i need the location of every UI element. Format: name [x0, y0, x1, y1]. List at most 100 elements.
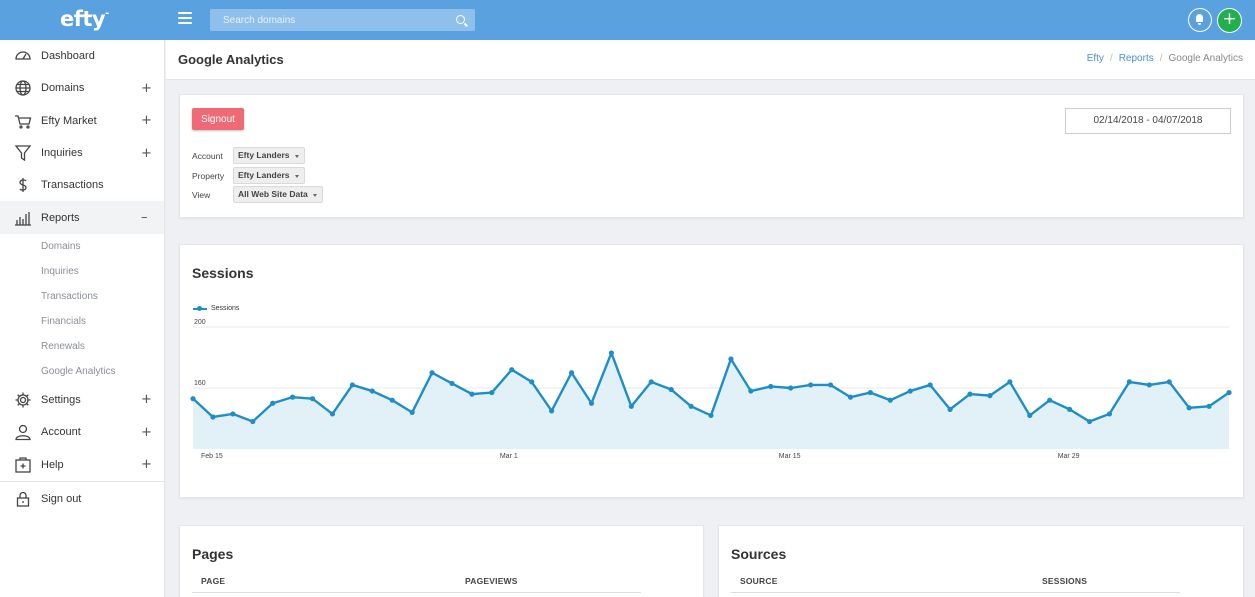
breadcrumb-efty[interactable]: Efty — [1087, 53, 1104, 64]
sidebar-subitem-renewals[interactable]: Renewals — [0, 334, 164, 359]
data-point[interactable] — [210, 414, 216, 420]
data-point[interactable] — [907, 388, 913, 394]
sidebar-subitem-domains[interactable]: Domains — [0, 234, 164, 259]
data-point[interactable] — [1047, 397, 1053, 403]
data-point[interactable] — [688, 403, 694, 409]
data-point[interactable] — [648, 379, 654, 385]
date-range-picker[interactable]: 02/14/2018 - 04/07/2018 — [1065, 108, 1231, 134]
data-point[interactable] — [628, 403, 634, 409]
sidebar-item-domains[interactable]: Domains + — [0, 72, 164, 104]
data-point[interactable] — [748, 388, 754, 394]
data-point[interactable] — [1086, 418, 1093, 425]
data-point[interactable] — [449, 380, 455, 387]
data-point[interactable] — [588, 400, 595, 406]
data-point[interactable] — [808, 382, 814, 388]
data-point[interactable] — [1106, 411, 1113, 417]
sidebar-subitem-financials[interactable]: Financials — [0, 309, 164, 334]
data-point[interactable] — [1146, 382, 1152, 388]
sidebar-item-help[interactable]: Help + — [0, 448, 164, 480]
expand-plus-icon[interactable]: + — [141, 113, 152, 128]
sidebar-item-label: Efty Market — [41, 114, 97, 127]
data-point[interactable] — [1027, 412, 1033, 419]
hamburger-icon[interactable] — [178, 12, 192, 26]
data-point[interactable] — [250, 418, 256, 425]
page-header: Google Analytics Efty / Reports / Google Ana… — [166, 40, 1255, 80]
sidebar-item-account[interactable]: Account + — [0, 416, 164, 448]
data-point[interactable] — [270, 400, 276, 406]
expand-plus-icon[interactable]: + — [141, 392, 152, 407]
data-point[interactable] — [827, 382, 834, 388]
plus-icon[interactable]: + — [1217, 8, 1242, 33]
column-header-sessions[interactable]: SESSIONS — [1042, 576, 1087, 586]
data-point[interactable] — [1067, 406, 1073, 412]
expand-plus-icon[interactable]: + — [141, 457, 152, 472]
data-point[interactable] — [768, 383, 774, 390]
funnel-icon — [14, 144, 32, 162]
data-point[interactable] — [1186, 405, 1192, 411]
data-point[interactable] — [668, 386, 674, 393]
data-point[interactable] — [529, 379, 535, 385]
sidebar-item-efty-market[interactable]: Efty Market + — [0, 105, 164, 137]
data-point[interactable] — [349, 382, 355, 388]
search-input[interactable] — [210, 9, 445, 31]
data-point[interactable] — [469, 391, 475, 397]
data-point[interactable] — [1206, 403, 1212, 409]
data-point[interactable] — [1126, 379, 1132, 385]
data-point[interactable] — [509, 367, 515, 373]
data-point[interactable] — [987, 393, 993, 399]
data-point[interactable] — [927, 382, 933, 388]
sidebar-subitem-google-analytics[interactable]: Google Analytics — [0, 359, 164, 384]
expand-plus-icon[interactable]: + — [141, 81, 152, 96]
data-point[interactable] — [887, 397, 893, 403]
data-point[interactable] — [568, 370, 575, 376]
filter-label: Account — [192, 151, 223, 161]
data-point[interactable] — [369, 388, 375, 394]
data-point[interactable] — [190, 396, 196, 402]
data-point[interactable] — [549, 408, 555, 414]
sidebar-item-settings[interactable]: Settings + — [0, 384, 164, 416]
signout-button[interactable]: Signout — [192, 108, 244, 130]
data-point[interactable] — [389, 397, 395, 403]
sidebar-subitem-transactions[interactable]: Transactions — [0, 284, 164, 309]
data-point[interactable] — [409, 409, 415, 415]
sidebar-item-dashboard[interactable]: Dashboard — [0, 40, 164, 72]
data-point[interactable] — [1007, 379, 1013, 385]
sidebar-subitem-inquiries[interactable]: Inquiries — [0, 259, 164, 284]
property-select[interactable]: Efty Landers — [233, 167, 305, 184]
column-header-pageviews[interactable]: PAGEVIEWS — [465, 576, 518, 586]
view-select[interactable]: All Web Site Data — [233, 186, 323, 203]
data-point[interactable] — [788, 385, 794, 391]
column-header-page[interactable]: PAGE — [201, 576, 225, 586]
data-point[interactable] — [967, 391, 973, 397]
data-point[interactable] — [489, 389, 495, 396]
sidebar-item-sign-out[interactable]: Sign out — [0, 482, 164, 516]
column-header-source[interactable]: SOURCE — [740, 576, 778, 586]
data-point[interactable] — [708, 412, 714, 419]
expand-plus-icon[interactable]: + — [141, 425, 152, 440]
breadcrumb: Efty / Reports / Google Analytics — [1086, 53, 1243, 64]
expand-plus-icon[interactable]: + — [141, 146, 152, 161]
data-point[interactable] — [947, 406, 953, 412]
collapse-minus-icon[interactable]: – — [141, 210, 148, 225]
data-point[interactable] — [329, 411, 336, 417]
data-point[interactable] — [290, 394, 296, 400]
bell-icon[interactable] — [1188, 8, 1212, 32]
data-point[interactable] — [429, 370, 435, 376]
data-point[interactable] — [309, 396, 316, 402]
sidebar-item-inquiries[interactable]: Inquiries + — [0, 137, 164, 169]
data-point[interactable] — [728, 356, 734, 362]
data-point[interactable] — [867, 389, 873, 396]
x-tick-label: Feb 15 — [201, 453, 223, 460]
sidebar-item-reports[interactable]: Reports – — [0, 201, 164, 234]
efty-logo[interactable]: efty- — [60, 7, 109, 31]
data-point[interactable] — [1226, 389, 1232, 396]
data-point[interactable] — [608, 350, 614, 356]
y-tick-label: 160 — [194, 380, 206, 387]
breadcrumb-reports[interactable]: Reports — [1119, 53, 1154, 64]
data-point[interactable] — [230, 411, 236, 417]
data-point[interactable] — [1166, 379, 1172, 385]
search-icon[interactable] — [456, 15, 465, 24]
sidebar-item-transactions[interactable]: Transactions — [0, 169, 164, 201]
data-point[interactable] — [847, 394, 854, 400]
account-select[interactable]: Efty Landers — [233, 147, 305, 164]
